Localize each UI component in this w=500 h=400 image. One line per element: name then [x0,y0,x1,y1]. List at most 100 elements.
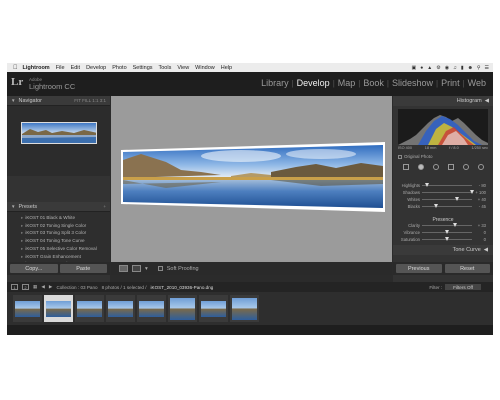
menu-tools[interactable]: Tools [159,65,172,71]
reset-button[interactable]: Reset [444,264,490,273]
slider-knob[interactable] [445,230,449,234]
slider-whites[interactable]: Whites + 40 [396,196,490,203]
slider-knob[interactable] [470,190,474,194]
graduated-filter-icon[interactable] [447,163,454,170]
preset-item[interactable]: ▸ iKOST 01 Black & White [21,214,106,222]
slider-saturation[interactable]: Saturation 0 [396,236,490,243]
navigator-header[interactable]: ▼ Navigator FIT FILL 1:1 3:1 [7,96,110,106]
filmstrip-thumbnail[interactable] [230,295,259,322]
slider-knob[interactable] [445,237,449,241]
soft-proofing-checkbox[interactable] [157,266,163,271]
module-library[interactable]: Library [258,78,292,88]
red-eye-icon[interactable] [432,163,439,170]
before-after-icon[interactable] [132,265,141,272]
forward-arrow-icon[interactable]: ▶ [49,284,53,290]
menu-photo[interactable]: Photo [112,65,126,71]
exif-iso: ISO 400 [398,146,412,150]
filmstrip-thumbnail[interactable] [199,295,228,322]
grid-icon[interactable]: ▦ [33,284,37,290]
module-print[interactable]: Print [438,78,463,88]
menu-window[interactable]: Window [195,65,215,71]
original-photo-checkbox[interactable] [398,154,402,159]
slider-clarity[interactable]: Clarity + 33 [396,222,490,229]
spot-removal-icon[interactable] [417,163,424,170]
zoom-controls[interactable]: FIT FILL 1:1 3:1 [74,98,106,103]
menu-settings[interactable]: Settings [133,65,153,71]
collection-label[interactable]: Collection : 03 Pano [56,285,97,290]
slider-vibrance[interactable]: Vibrance 0 [396,229,490,236]
status-icon[interactable]: ⚙ [436,65,440,71]
module-book[interactable]: Book [360,78,387,88]
selected-filename[interactable]: iKOST_2010_03936-Pano.dng [151,285,214,290]
apple-icon[interactable]:  [13,65,18,71]
filmstrip-thumbnail[interactable] [168,295,197,322]
module-slideshow[interactable]: Slideshow [389,78,436,88]
navigator-thumbnail[interactable] [21,122,97,144]
slider-blacks[interactable]: Blacks - 45 [396,203,490,210]
user-icon[interactable]: ☻ [468,65,473,71]
preset-item[interactable]: ▸ iKOST Grain Enhancement [21,253,106,261]
right-panel-buttons: Previous Reset [393,262,493,275]
chevron-down-icon[interactable]: ▾ [145,266,148,272]
radial-filter-icon[interactable] [462,163,469,170]
slider-knob[interactable] [434,204,438,208]
tone-curve-header[interactable]: Tone Curve ◀ [393,245,493,255]
slider-shadows[interactable]: Shadows + 100 [396,189,490,196]
collapse-triangle-icon[interactable]: ◀ [484,247,488,253]
battery-icon[interactable]: ▮ [461,65,464,71]
preset-item[interactable]: ▸ iKOST 05 Selective Color Removal [21,245,106,253]
adjustment-brush-icon[interactable] [477,163,484,170]
filmstrip-thumbnail[interactable] [13,295,42,322]
filmstrip-thumbnail[interactable] [44,295,73,322]
filmstrip-thumbnail[interactable] [137,295,166,322]
menu-file[interactable]: File [56,65,65,71]
slider-knob[interactable] [425,183,429,187]
image-canvas[interactable] [111,96,392,262]
filter-select[interactable]: Filters Off [445,284,481,290]
preset-item[interactable]: ▸ iKOST 04 Toning Tone Curve [21,237,106,245]
slider-highlights[interactable]: Highlights - 80 [396,182,490,189]
previous-button[interactable]: Previous [396,264,442,273]
module-web[interactable]: Web [465,78,489,88]
monitor-2-button[interactable]: 2 [22,284,29,290]
module-develop[interactable]: Develop [294,78,333,88]
copy-button[interactable]: Copy... [10,264,58,273]
menu-help[interactable]: Help [221,65,232,71]
collapse-triangle-icon[interactable]: ▼ [11,204,15,209]
preset-item[interactable]: ▸ iKOST 02 Toning Single Color [21,222,106,230]
crop-icon[interactable] [402,163,409,170]
histogram[interactable] [398,109,488,145]
status-icon[interactable]: ● [420,65,423,71]
loupe-view-icon[interactable] [119,265,128,272]
menu-develop[interactable]: Develop [86,65,106,71]
filmstrip-thumbnail[interactable] [106,295,135,322]
original-photo-toggle[interactable]: Original Photo [398,154,433,159]
develop-toolbar: ▾ Soft Proofing [111,262,392,275]
histogram-header[interactable]: Histogram ◀ [393,96,493,106]
module-map[interactable]: Map [335,78,359,88]
folder-icon: ▸ [21,215,24,220]
filmstrip-thumbnail[interactable] [75,295,104,322]
paste-button[interactable]: Paste [59,264,107,273]
presets-header[interactable]: ▼ Presets + [7,202,110,212]
status-icon[interactable]: ▲ [427,65,432,71]
add-preset-icon[interactable]: + [103,204,106,209]
slider-knob[interactable] [455,197,459,201]
search-icon[interactable]: ⚲ [477,65,481,71]
list-icon[interactable]: ☰ [485,65,489,71]
brand-product: Lightroom CC [29,82,76,91]
back-arrow-icon[interactable]: ◀ [41,284,45,290]
preset-item[interactable]: ▸ iKOST 03 Toning Split 3 Color [21,229,106,237]
menu-app[interactable]: Lightroom [23,65,50,71]
menu-view[interactable]: View [177,65,189,71]
filmstrip [7,292,493,325]
status-icon[interactable]: ▣ [411,65,416,71]
navigator-preview[interactable] [7,106,110,176]
collapse-triangle-icon[interactable]: ◀ [485,98,489,104]
menu-edit[interactable]: Edit [71,65,80,71]
monitor-1-button[interactable]: 1 [11,284,18,290]
volume-icon[interactable]: ♫ [453,65,457,71]
wifi-icon[interactable]: ◉ [445,65,449,71]
slider-knob[interactable] [453,223,457,227]
collapse-triangle-icon[interactable]: ▼ [11,98,15,103]
